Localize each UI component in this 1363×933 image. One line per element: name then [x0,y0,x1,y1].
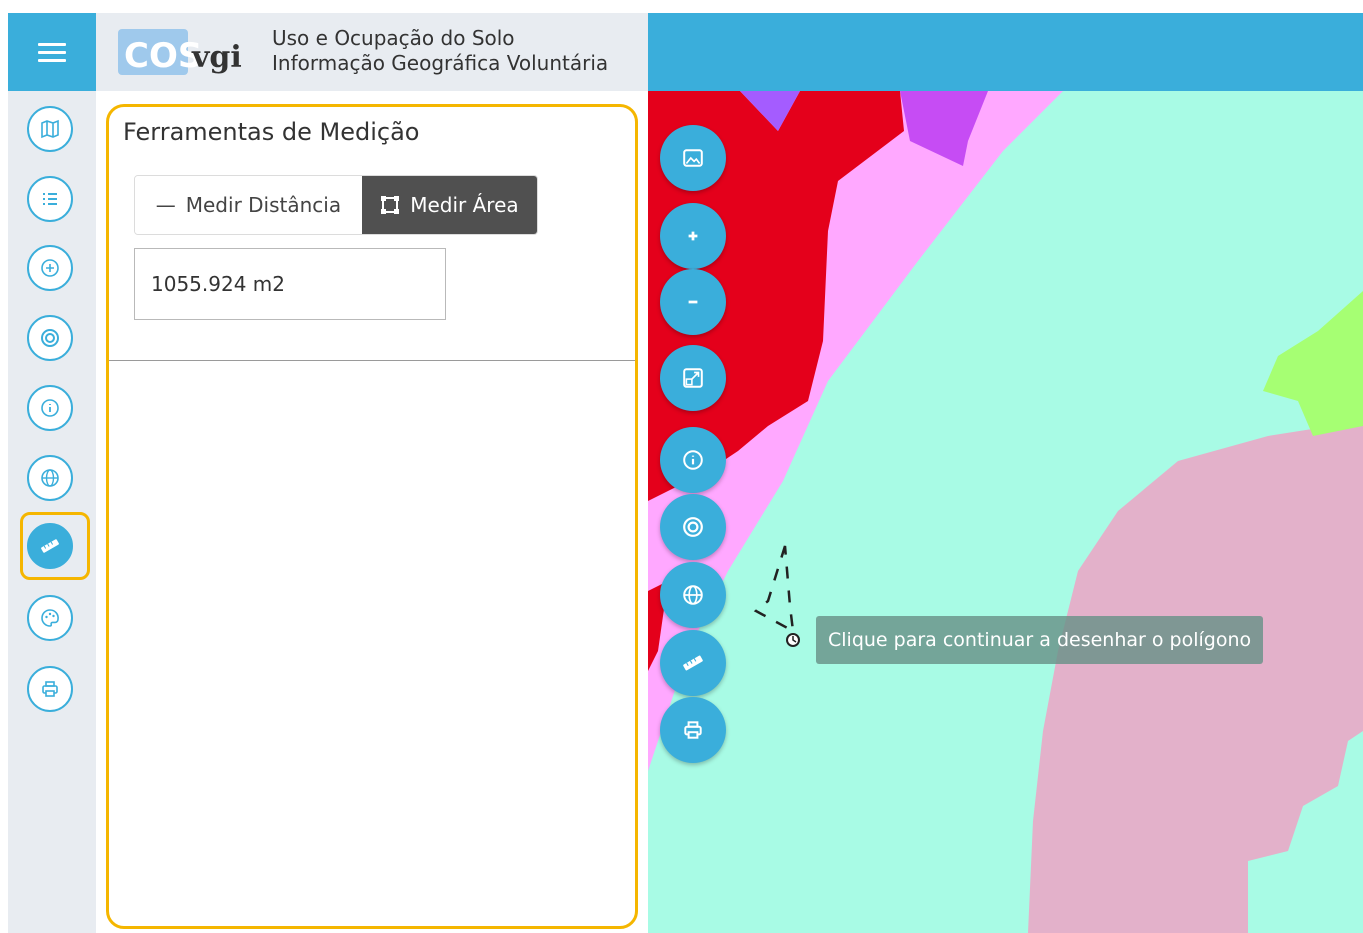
title-line-2: Informação Geográfica Voluntária [272,51,609,75]
info-icon [683,450,703,470]
divider [109,360,635,361]
map-info-button[interactable] [660,427,726,493]
zoom-in-button[interactable] [660,203,726,269]
draw-tooltip: Clique para continuar a desenhar o políg… [816,616,1264,664]
target-icon [683,517,703,537]
map-print-button[interactable] [660,697,726,763]
top-bar [648,13,1363,91]
sidebar-item-info[interactable] [27,385,73,431]
info-icon [41,399,59,417]
sidebar-item-globe[interactable] [27,455,73,501]
ruler-icon [41,539,59,553]
globe-icon [683,585,703,605]
map-target-button[interactable] [660,494,726,560]
sidebar-item-style[interactable] [27,595,73,641]
app: COS vgi Uso e Ocupação do Solo Informaçã… [0,0,1363,933]
map-icon [41,119,59,139]
measure-distance-label: Medir Distância [185,193,342,217]
cos-vgi-logo: COS vgi [118,29,242,76]
measurement-panel: Ferramentas de Medição — Medir Distância… [106,104,638,929]
add-circle-icon [41,259,59,277]
map-globe-button[interactable] [660,562,726,628]
map-measure-button[interactable] [660,630,726,696]
sidebar-item-target[interactable] [27,315,73,361]
svg-text:COS: COS [124,36,202,76]
zoom-extent-icon [683,368,703,388]
line-icon: — [155,193,176,217]
ruler-icon [683,655,703,671]
print-icon [42,681,58,697]
app-title: Uso e Ocupação do Solo Informação Geográ… [272,26,608,76]
sidebar [8,91,96,933]
image-icon [683,149,703,167]
polygon-area-icon [381,196,400,214]
target-icon [41,329,59,347]
zoom-extent-button[interactable] [660,345,726,411]
measurement-result: 1055.924 m2 [134,248,446,320]
basemap-button[interactable] [660,125,726,191]
zoom-out-button[interactable] [660,269,726,335]
menu-button[interactable] [8,13,96,91]
hamburger-icon [38,38,66,67]
sidebar-item-print[interactable] [27,666,73,712]
measure-mode-toggle: — Medir Distância Medir Área [134,175,538,235]
panel-title: Ferramentas de Medição [123,118,420,146]
globe-icon [41,469,59,487]
title-line-1: Uso e Ocupação do Solo [272,26,515,50]
list-icon [43,193,57,205]
measure-area-label: Medir Área [410,193,519,217]
sidebar-item-add[interactable] [27,245,73,291]
palette-icon [41,609,59,627]
sidebar-item-measure[interactable] [27,523,73,569]
app-brand: COS vgi Uso e Ocupação do Solo Informaçã… [96,13,648,91]
measure-distance-button[interactable]: — Medir Distância [135,176,362,234]
map-layers [648,91,1363,933]
zoom-out-icon [688,300,698,304]
map-canvas[interactable]: Clique para continuar a desenhar o políg… [648,91,1363,933]
svg-text:vgi: vgi [191,40,242,75]
print-icon [684,721,702,739]
measure-area-button[interactable]: Medir Área [361,176,537,234]
sidebar-item-list[interactable] [27,176,73,222]
zoom-in-icon [688,231,698,241]
sidebar-item-map[interactable] [27,106,73,152]
